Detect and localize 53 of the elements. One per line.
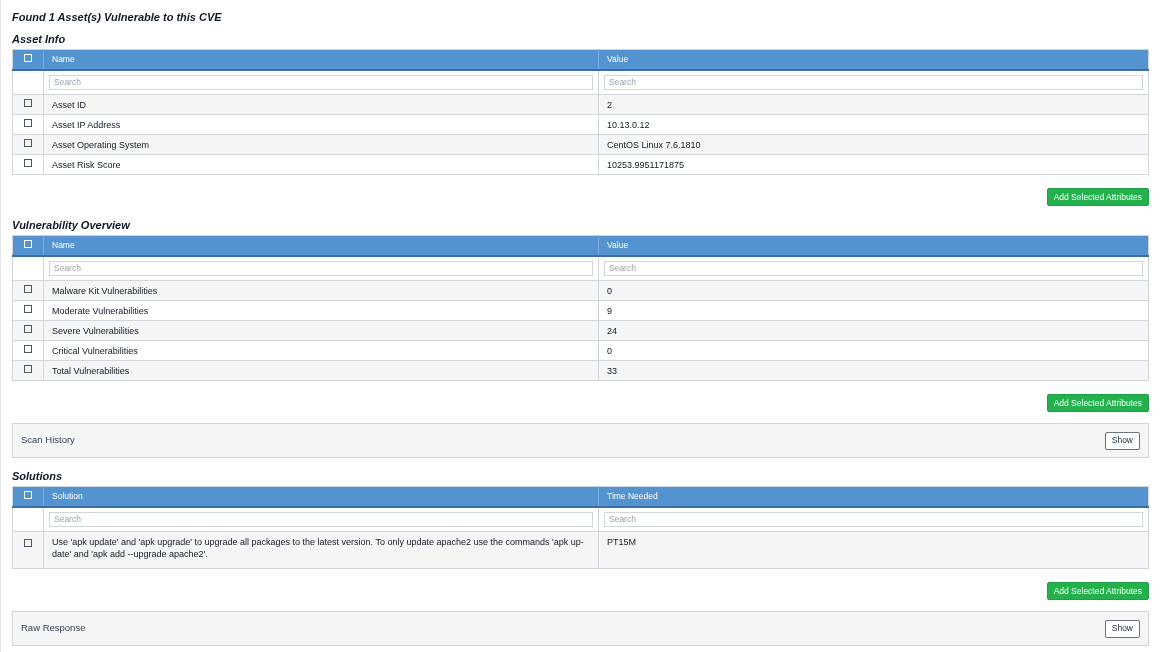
- search-field[interactable]: Search: [49, 511, 593, 527]
- search-field[interactable]: Search: [49, 260, 593, 276]
- table-cell: Asset Risk Score: [43, 154, 599, 175]
- search-field[interactable]: Search: [604, 260, 1143, 276]
- column-header[interactable]: Value: [598, 49, 1149, 70]
- table-cell: Asset ID: [43, 94, 599, 115]
- checkbox[interactable]: [24, 325, 32, 334]
- section-heading: Solutions: [12, 469, 64, 484]
- column-header[interactable]: Solution: [43, 486, 599, 507]
- search-field[interactable]: Search: [604, 511, 1143, 527]
- checkbox[interactable]: [24, 139, 32, 148]
- table-cell: Total Vulnerabilities: [43, 360, 599, 381]
- table-cell: 2: [598, 94, 1149, 115]
- add-selected-attributes-button[interactable]: Add Selected Attributes: [1046, 188, 1149, 206]
- search-field[interactable]: Search: [604, 74, 1143, 90]
- column-header[interactable]: Value: [598, 235, 1149, 256]
- show-button[interactable]: Show: [1104, 431, 1140, 450]
- show-button[interactable]: Show: [1104, 619, 1140, 638]
- table-cell: Malware Kit Vulnerabilities: [43, 280, 599, 301]
- checkbox[interactable]: [24, 159, 32, 168]
- checkbox[interactable]: [24, 285, 32, 294]
- column-header[interactable]: Time Needed: [598, 486, 1149, 507]
- table-cell: 33: [598, 360, 1149, 381]
- checkbox[interactable]: [24, 99, 32, 108]
- checkbox[interactable]: [24, 365, 32, 374]
- table-cell: Asset Operating System: [43, 134, 599, 155]
- table-cell: Moderate Vulnerabilities: [43, 300, 599, 321]
- table-cell: 9: [598, 300, 1149, 321]
- checkbox[interactable]: [24, 345, 32, 354]
- table-cell: 10253.9951171875: [598, 154, 1149, 175]
- add-selected-attributes-button[interactable]: Add Selected Attributes: [1046, 394, 1149, 412]
- table-cell: 24: [598, 320, 1149, 341]
- table-cell: 0: [598, 340, 1149, 361]
- column-header[interactable]: Name: [43, 49, 599, 70]
- table-cell: CentOS Linux 7.6.1810: [598, 134, 1149, 155]
- table-cell: Asset IP Address: [43, 114, 599, 135]
- table-cell: 10.13.0.12: [598, 114, 1149, 135]
- checkbox[interactable]: [24, 539, 32, 547]
- page-title: Found 1 Asset(s) Vulnerable to this CVE: [12, 10, 223, 25]
- search-field[interactable]: Search: [49, 74, 593, 90]
- add-selected-attributes-button[interactable]: Add Selected Attributes: [1046, 582, 1149, 600]
- panel-title: Scan History: [21, 433, 75, 448]
- table-cell: Use 'apk update' and 'apk upgrade' to upgrade all packages to the latest version. To only update apache2 use the commands 'apk up-date' and 'apk add --upgrade apache2'.: [43, 531, 599, 569]
- table-cell: 0: [598, 280, 1149, 301]
- section-heading: Asset Info: [12, 32, 67, 47]
- panel-title: Raw Response: [21, 621, 86, 636]
- table-cell: Critical Vulnerabilities: [43, 340, 599, 361]
- checkbox[interactable]: [24, 119, 32, 128]
- column-header[interactable]: Name: [43, 235, 599, 256]
- table-cell: Severe Vulnerabilities: [43, 320, 599, 341]
- section-heading: Vulnerability Overview: [12, 218, 132, 233]
- table-cell: PT15M: [598, 531, 1149, 569]
- checkbox[interactable]: [24, 305, 32, 314]
